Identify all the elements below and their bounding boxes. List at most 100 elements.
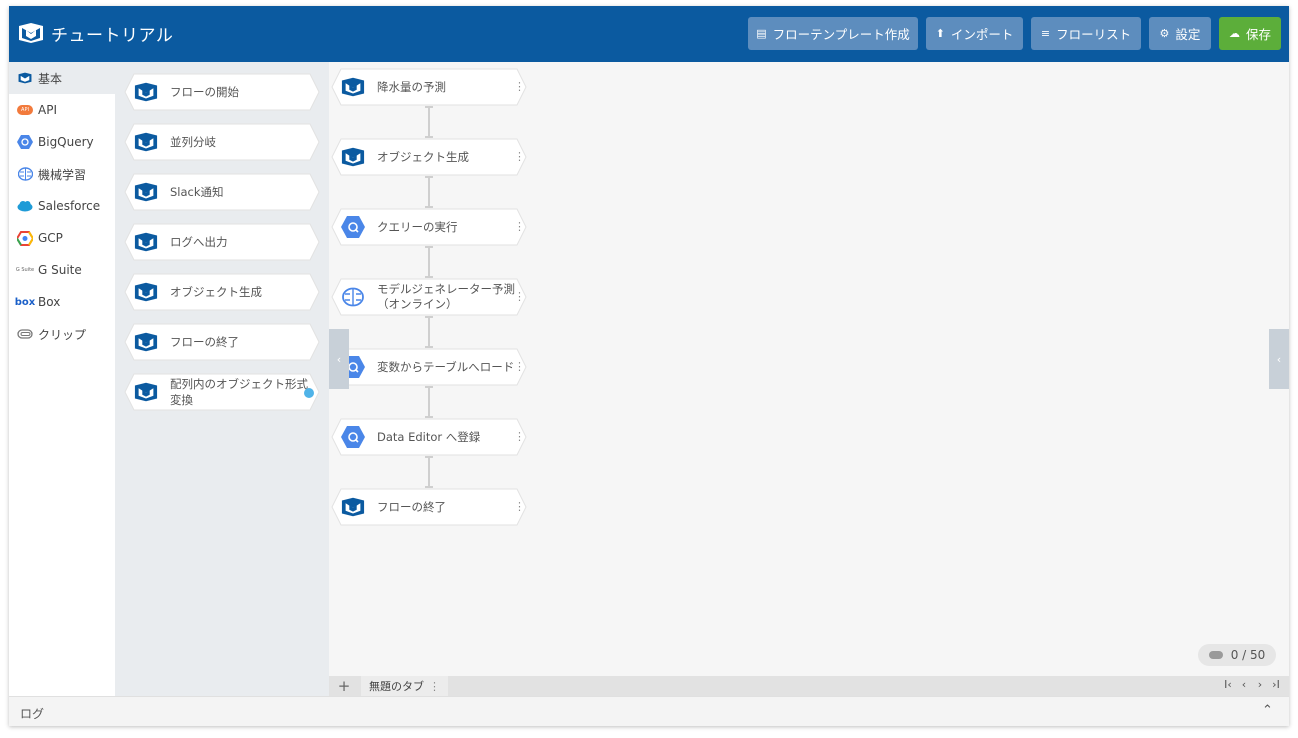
flow-node-label: 変数からテーブルへロード <box>377 360 515 374</box>
flow-connector <box>425 246 433 278</box>
flow-list-button[interactable]: ≡ フローリスト <box>1031 17 1141 50</box>
flow-logo-icon <box>134 382 158 402</box>
chevron-up-icon[interactable]: ⌃ <box>1262 703 1273 718</box>
box-badge: box <box>14 296 36 308</box>
flow-node-label: モデルジェネレーター予測（オンライン） <box>377 282 515 311</box>
box-icon: box <box>14 294 36 310</box>
category-label: 基本 <box>38 71 63 86</box>
upload-icon: ⬆ <box>935 27 945 40</box>
palette-collapse-toggle[interactable]: ‹ <box>329 329 349 389</box>
first-tab-button[interactable]: I‹ <box>1221 678 1235 691</box>
node-menu-icon[interactable]: ⋮ <box>514 360 525 373</box>
node-counter-text: 0 / 50 <box>1230 648 1266 662</box>
flow-node[interactable]: モデルジェネレーター予測（オンライン） ⋮ <box>331 278 527 316</box>
flow-logo-icon <box>134 282 158 302</box>
node-palette: フローの開始 並列分岐 Slack通知 ログへ出力 オブジェクト生成 フローの終… <box>115 62 329 696</box>
prev-tab-button[interactable]: ‹ <box>1237 678 1251 691</box>
category-label: Salesforce <box>38 199 101 213</box>
node-menu-icon[interactable]: ⋮ <box>514 500 525 513</box>
settings-label: 設定 <box>1175 27 1201 42</box>
flow-logo-icon <box>19 23 43 43</box>
flow-node[interactable]: フローの終了 ⋮ <box>331 488 527 526</box>
app-title: チュートリアル <box>51 26 174 46</box>
palette-node-label: フローの終了 <box>170 335 239 349</box>
chevron-left-icon: ‹ <box>1276 352 1282 366</box>
brain-icon <box>17 166 33 182</box>
cloud-upload-icon: ☁ <box>1228 27 1240 40</box>
flow-node[interactable]: 降水量の予測 ⋮ <box>331 68 527 106</box>
paperclip-icon <box>17 326 33 342</box>
node-menu-icon[interactable]: ⋮ <box>514 290 525 303</box>
flow-node[interactable]: オブジェクト生成 ⋮ <box>331 138 527 176</box>
category-item-basic[interactable]: 基本 <box>9 62 115 94</box>
app-window: チュートリアル ▤ フローテンプレート作成 ⬆ インポート ≡ フローリスト ⚙… <box>9 6 1289 726</box>
flow-template-button[interactable]: ▤ フローテンプレート作成 <box>748 17 918 50</box>
category-label: API <box>38 103 57 117</box>
flow-canvas[interactable]: 降水量の予測 ⋮ オブジェクト生成 ⋮ クエリーの実行 ⋮ モデルジェネレーター… <box>329 62 1289 676</box>
flow-node[interactable]: Data Editor へ登録 ⋮ <box>331 418 527 456</box>
category-item-ml[interactable]: 機械学習 <box>9 158 115 190</box>
salesforce-cloud-icon <box>17 198 33 214</box>
right-panel-toggle[interactable]: ‹ <box>1269 329 1289 389</box>
flow-node-label: Data Editor へ登録 <box>377 430 481 444</box>
flow-node[interactable]: 変数からテーブルへロード ⋮ <box>331 348 527 386</box>
bigquery-icon <box>341 216 365 238</box>
node-count-icon <box>1208 651 1223 659</box>
palette-node[interactable]: オブジェクト生成 <box>124 273 320 311</box>
flow-connector <box>425 106 433 138</box>
category-label: クリップ <box>38 327 87 342</box>
palette-node-label: オブジェクト生成 <box>170 285 262 299</box>
flow-logo-icon <box>341 497 365 517</box>
gsuite-icon: G Suite <box>15 262 35 278</box>
palette-node[interactable]: ログへ出力 <box>124 223 320 261</box>
category-item-clip[interactable]: クリップ <box>9 318 115 350</box>
flow-logo-icon <box>134 82 158 102</box>
palette-node-label: 並列分岐 <box>170 135 216 149</box>
category-sidebar: 基本 API API BigQuery 機械学習 Salesforce GCP … <box>9 62 115 696</box>
node-counter: 0 / 50 <box>1198 644 1276 666</box>
chevron-left-icon: ‹ <box>336 352 342 366</box>
category-item-gcp[interactable]: GCP <box>9 222 115 254</box>
add-tab-button[interactable]: + <box>329 676 359 696</box>
palette-node[interactable]: フローの開始 <box>124 73 320 111</box>
help-icon[interactable] <box>304 388 314 398</box>
node-menu-icon[interactable]: ⋮ <box>514 150 525 163</box>
node-menu-icon[interactable]: ⋮ <box>514 220 525 233</box>
flow-logo-icon <box>341 147 365 167</box>
category-item-gsuite[interactable]: G Suite G Suite <box>9 254 115 286</box>
palette-node-label: 配列内のオブジェクト形式変換 <box>170 377 308 407</box>
palette-node[interactable]: フローの終了 <box>124 323 320 361</box>
import-button[interactable]: ⬆ インポート <box>926 17 1023 50</box>
flow-logo-icon <box>134 132 158 152</box>
flow-node-label: フローの終了 <box>377 500 446 514</box>
category-item-api[interactable]: API API <box>9 94 115 126</box>
category-label: Box <box>38 295 61 309</box>
last-tab-button[interactable]: ›I <box>1269 678 1283 691</box>
category-item-bigquery[interactable]: BigQuery <box>9 126 115 158</box>
log-panel[interactable]: ログ ⌃ <box>9 696 1289 726</box>
flow-logo-icon <box>341 77 365 97</box>
category-item-box[interactable]: box Box <box>9 286 115 318</box>
category-item-salesforce[interactable]: Salesforce <box>9 190 115 222</box>
next-tab-button[interactable]: › <box>1253 678 1267 691</box>
flow-connector <box>425 456 433 488</box>
flow-node[interactable]: クエリーの実行 ⋮ <box>331 208 527 246</box>
header-bar: チュートリアル ▤ フローテンプレート作成 ⬆ インポート ≡ フローリスト ⚙… <box>9 6 1289 62</box>
node-menu-icon[interactable]: ⋮ <box>514 80 525 93</box>
category-label: 機械学習 <box>38 167 87 182</box>
tab-menu-icon[interactable]: ⋮ <box>429 680 440 693</box>
save-label: 保存 <box>1245 27 1271 42</box>
flow-connector <box>425 176 433 208</box>
palette-node[interactable]: 配列内のオブジェクト形式変換 <box>124 373 320 411</box>
flow-template-label: フローテンプレート作成 <box>772 27 910 42</box>
list-icon: ≡ <box>1040 27 1051 40</box>
save-button[interactable]: ☁ 保存 <box>1219 17 1281 50</box>
settings-button[interactable]: ⚙ 設定 <box>1149 17 1211 50</box>
gsuite-badge: G Suite <box>15 267 35 273</box>
tab-untitled[interactable]: 無題のタブ ⋮ <box>361 676 448 696</box>
bigquery-icon <box>341 426 365 448</box>
node-menu-icon[interactable]: ⋮ <box>514 430 525 443</box>
palette-node[interactable]: Slack通知 <box>124 173 320 211</box>
flow-logo-icon <box>134 182 158 202</box>
palette-node[interactable]: 並列分岐 <box>124 123 320 161</box>
